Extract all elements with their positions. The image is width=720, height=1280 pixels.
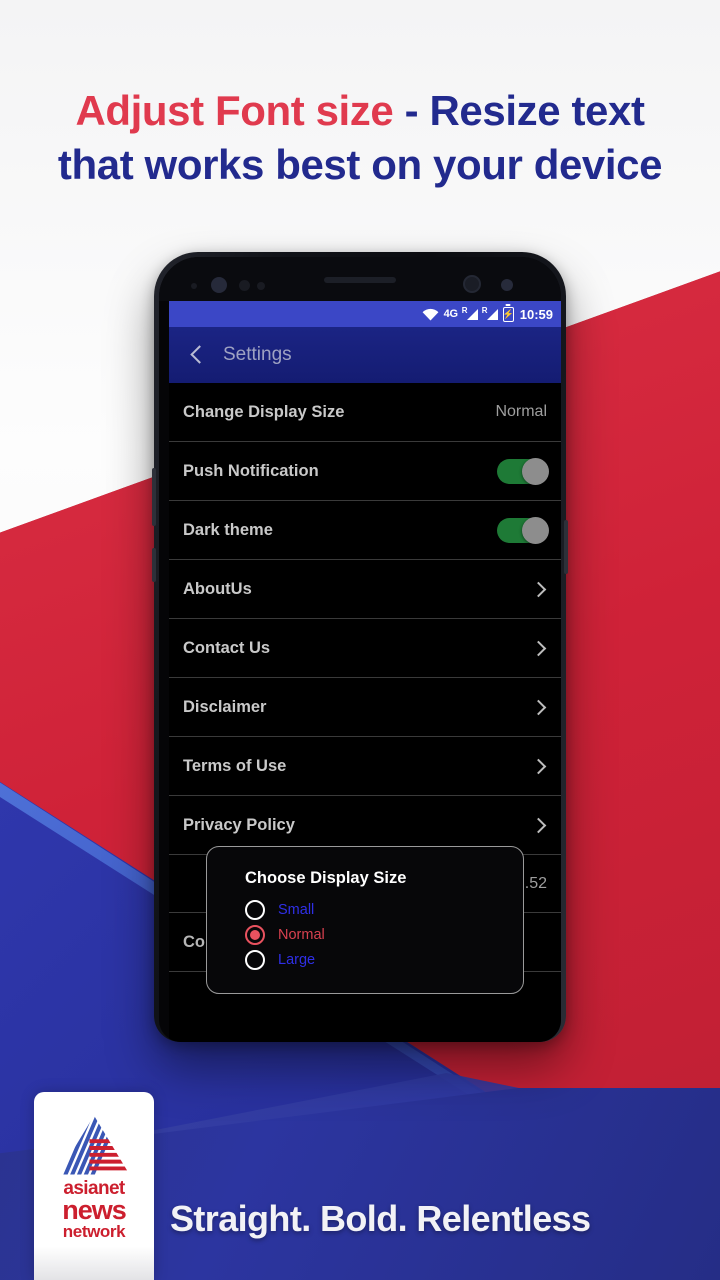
status-bar: 4G R R ⚡ 10:59: [169, 301, 561, 327]
app-toolbar: Settings: [169, 327, 561, 383]
row-label: Change Display Size: [183, 402, 345, 421]
toggle-knob: [522, 516, 549, 544]
headline-rest: - Resize text: [393, 87, 645, 134]
radio-button-large[interactable]: [245, 950, 265, 970]
wifi-icon: [422, 308, 439, 320]
roaming-indicator-sim1: R: [461, 306, 468, 315]
proximity-sensor-icon: [191, 283, 197, 289]
row-label: AboutUs: [183, 579, 252, 598]
status-bar-icons: 4G R R ⚡: [422, 306, 514, 322]
light-sensor-icon: [239, 280, 250, 291]
radio-button-normal[interactable]: [245, 925, 265, 945]
chevron-right-icon: [532, 819, 545, 832]
battery-charging-icon: ⚡: [503, 306, 514, 322]
front-camera-icon: [463, 275, 481, 293]
signal-bars-sim2-icon: R: [481, 306, 498, 321]
back-arrow-icon[interactable]: [187, 345, 207, 365]
row-label: Privacy Policy: [183, 815, 295, 834]
dialog-option-normal[interactable]: Normal: [245, 925, 523, 945]
phone-top-bezel: [159, 257, 561, 301]
volume-button[interactable]: [152, 468, 156, 526]
secondary-sensor-icon: [501, 279, 513, 291]
headline-accent: Adjust Font size: [75, 87, 394, 134]
brand-wordmark: asianet news network: [62, 1179, 127, 1242]
dialog-option-label: Normal: [278, 927, 325, 943]
settings-row-push-notification[interactable]: Push Notification: [169, 442, 561, 501]
row-label: Contact Us: [183, 638, 271, 657]
dialog-title: Choose Display Size: [245, 869, 407, 887]
signal-bars-sim1-icon: R: [461, 306, 478, 321]
headline-line-1: Adjust Font size - Resize text: [0, 84, 720, 138]
settings-row-disclaimer[interactable]: Disclaimer: [169, 678, 561, 737]
toggle-knob: [522, 457, 549, 485]
row-value: Normal: [495, 403, 547, 420]
headline-line-2: that works best on your device: [57, 140, 663, 188]
settings-row-terms-of-use[interactable]: Terms of Use: [169, 737, 561, 796]
radio-button-small[interactable]: [245, 900, 265, 920]
dialog-option-small[interactable]: Small: [245, 900, 523, 920]
push-notification-toggle[interactable]: [497, 457, 549, 485]
page-title: Settings: [223, 344, 292, 365]
dialog-option-large[interactable]: Large: [245, 950, 523, 970]
phone-mockup: 4G R R ⚡ 10:59 Settings Change Display S…: [152, 252, 568, 1042]
earpiece-speaker-icon: [324, 277, 396, 283]
row-label: Dark theme: [183, 520, 273, 539]
choose-display-size-dialog: Choose Display Size Small Normal Large: [206, 846, 524, 994]
chevron-right-icon: [532, 760, 545, 773]
brand-word-news: news: [62, 1195, 127, 1226]
row-label: Disclaimer: [183, 697, 267, 716]
brand-word-network: network: [62, 1222, 126, 1242]
assistant-button[interactable]: [152, 548, 156, 582]
status-bar-clock: 10:59: [519, 306, 553, 322]
brand-tagline: Straight. Bold. Relentless: [170, 1198, 591, 1239]
dark-theme-toggle[interactable]: [497, 516, 549, 544]
network-type-label: 4G: [443, 308, 458, 320]
iris-scanner-icon: [211, 277, 227, 293]
power-button[interactable]: [564, 520, 568, 574]
led-indicator-icon: [257, 282, 265, 290]
dialog-option-label: Small: [278, 902, 315, 918]
row-label: Terms of Use: [183, 756, 287, 775]
roaming-indicator-sim2: R: [481, 306, 488, 315]
dialog-option-label: Large: [278, 952, 316, 968]
settings-row-dark-theme[interactable]: Dark theme: [169, 501, 561, 560]
settings-row-change-display-size[interactable]: Change Display Size Normal: [169, 383, 561, 442]
chevron-right-icon: [532, 642, 545, 655]
chevron-right-icon: [532, 701, 545, 714]
brand-logo-card: asianet news network: [34, 1092, 154, 1280]
settings-row-about-us[interactable]: AboutUs: [169, 560, 561, 619]
settings-row-contact-us[interactable]: Contact Us: [169, 619, 561, 678]
chevron-right-icon: [532, 583, 545, 596]
promo-headline: Adjust Font size - Resize text that work…: [0, 84, 720, 192]
asianet-triangle-logo-icon: [60, 1115, 130, 1175]
row-label: Push Notification: [183, 461, 319, 480]
